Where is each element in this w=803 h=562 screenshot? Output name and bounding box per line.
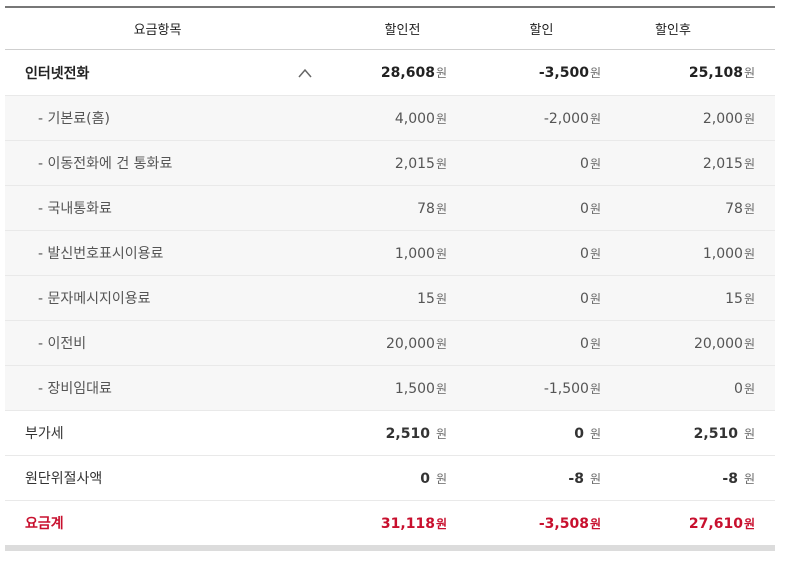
- item-value: 20,000: [693, 335, 743, 352]
- list-item: - 문자메시지이용료 15원 0원 15원: [5, 276, 775, 321]
- unit-label: 원: [743, 336, 755, 351]
- section-before: 28,608: [380, 65, 435, 81]
- vat-after: 2,510: [693, 425, 738, 442]
- header-before-discount: 할인전: [384, 23, 421, 38]
- list-item: - 이동전화에 건 통화료 2,015원 0원 2,015원: [5, 141, 775, 186]
- unit-label: 원: [589, 471, 601, 486]
- list-item: - 국내통화료 78원 0원 78원: [5, 186, 775, 231]
- unit-label: 원: [743, 111, 755, 126]
- item-label: - 기본료(홈): [38, 111, 110, 127]
- unit-label: 원: [435, 156, 447, 171]
- total-row: 요금계 31,118원 -3,508원 27,610원: [5, 501, 775, 551]
- item-label: - 발신번호표시이용료: [38, 246, 164, 262]
- item-value: 0: [580, 335, 589, 352]
- total-after: 27,610: [688, 515, 743, 532]
- unit-label: 원: [435, 246, 447, 261]
- item-label: - 국내통화료: [38, 201, 112, 217]
- item-value: 78: [417, 200, 435, 217]
- unit-label: 원: [589, 111, 601, 126]
- unit-label: 원: [435, 516, 447, 531]
- unit-label: 원: [589, 381, 601, 396]
- vat-discount: 0: [574, 425, 584, 442]
- vat-before: 2,510: [385, 425, 430, 442]
- item-value: 2,015: [394, 155, 435, 172]
- unit-label: 원: [589, 291, 601, 306]
- total-discount: -3,508: [538, 515, 589, 532]
- item-value: -1,500: [543, 380, 589, 397]
- item-value: 2,015: [702, 155, 743, 172]
- item-label: - 장비임대료: [38, 381, 112, 397]
- unit-label: 원: [743, 516, 755, 531]
- unit-label: 원: [435, 66, 447, 80]
- unit-label: 원: [589, 156, 601, 171]
- item-value: 15: [725, 290, 743, 307]
- unit-label: 원: [589, 516, 601, 531]
- header-discount: 할인: [529, 23, 554, 38]
- item-value: 0: [580, 155, 589, 172]
- unit-label: 원: [589, 426, 601, 441]
- billing-table: 요금항목 할인전 할인 할인후 인터넷전화 28,608원 -3,500원 25…: [5, 6, 775, 551]
- item-label: - 이전비: [38, 336, 87, 352]
- item-value: 0: [580, 200, 589, 217]
- section-row-internet-phone[interactable]: 인터넷전화 28,608원 -3,500원 25,108원: [5, 50, 775, 96]
- section-discount: -3,500: [538, 65, 589, 81]
- vat-row: 부가세 2,510 원 0원 2,510 원: [5, 411, 775, 456]
- unit-label: 원: [743, 291, 755, 306]
- item-value: 0: [734, 380, 743, 397]
- rounding-discount: -8: [568, 470, 584, 487]
- item-value: -2,000: [543, 110, 589, 127]
- item-value: 78: [725, 200, 743, 217]
- rounding-before: 0: [420, 470, 430, 487]
- item-value: 1,000: [702, 245, 743, 262]
- unit-label: 원: [589, 66, 601, 80]
- section-after: 25,108: [688, 65, 743, 81]
- unit-label: 원: [743, 471, 755, 486]
- header-item: 요금항목: [133, 23, 182, 38]
- item-value: 1,500: [394, 380, 435, 397]
- item-label: - 이동전화에 건 통화료: [38, 156, 173, 172]
- unit-label: 원: [435, 471, 447, 486]
- unit-label: 원: [435, 336, 447, 351]
- list-item: - 이전비 20,000원 0원 20,000원: [5, 321, 775, 366]
- unit-label: 원: [743, 246, 755, 261]
- unit-label: 원: [743, 201, 755, 216]
- unit-label: 원: [589, 336, 601, 351]
- unit-label: 원: [435, 426, 447, 441]
- list-item: - 장비임대료 1,500원 -1,500원 0원: [5, 366, 775, 411]
- rounding-label: 원단위절사액: [25, 471, 103, 487]
- item-value: 2,000: [702, 110, 743, 127]
- unit-label: 원: [743, 426, 755, 441]
- item-value: 20,000: [385, 335, 435, 352]
- item-value: 1,000: [394, 245, 435, 262]
- rounding-row: 원단위절사액 0원 -8 원 -8 원: [5, 456, 775, 501]
- header-after-discount: 할인후: [655, 23, 691, 38]
- unit-label: 원: [589, 201, 601, 216]
- unit-label: 원: [435, 381, 447, 396]
- total-before: 31,118: [380, 515, 435, 532]
- unit-label: 원: [743, 66, 755, 80]
- rounding-after: -8: [722, 470, 738, 487]
- table-header: 요금항목 할인전 할인 할인후: [5, 6, 775, 50]
- list-item: - 기본료(홈) 4,000원 -2,000원 2,000원: [5, 96, 775, 141]
- unit-label: 원: [435, 291, 447, 306]
- item-value: 0: [580, 290, 589, 307]
- unit-label: 원: [435, 201, 447, 216]
- vat-label: 부가세: [25, 426, 64, 442]
- list-item: - 발신번호표시이용료 1,000원 0원 1,000원: [5, 231, 775, 276]
- unit-label: 원: [743, 381, 755, 396]
- item-value: 4,000: [394, 110, 435, 127]
- item-label: - 문자메시지이용료: [38, 291, 151, 307]
- unit-label: 원: [589, 246, 601, 261]
- chevron-up-icon[interactable]: [298, 67, 312, 79]
- unit-label: 원: [743, 156, 755, 171]
- item-value: 0: [580, 245, 589, 262]
- unit-label: 원: [435, 111, 447, 126]
- item-value: 15: [417, 290, 435, 307]
- section-label: 인터넷전화: [5, 63, 312, 83]
- total-label: 요금계: [25, 516, 64, 532]
